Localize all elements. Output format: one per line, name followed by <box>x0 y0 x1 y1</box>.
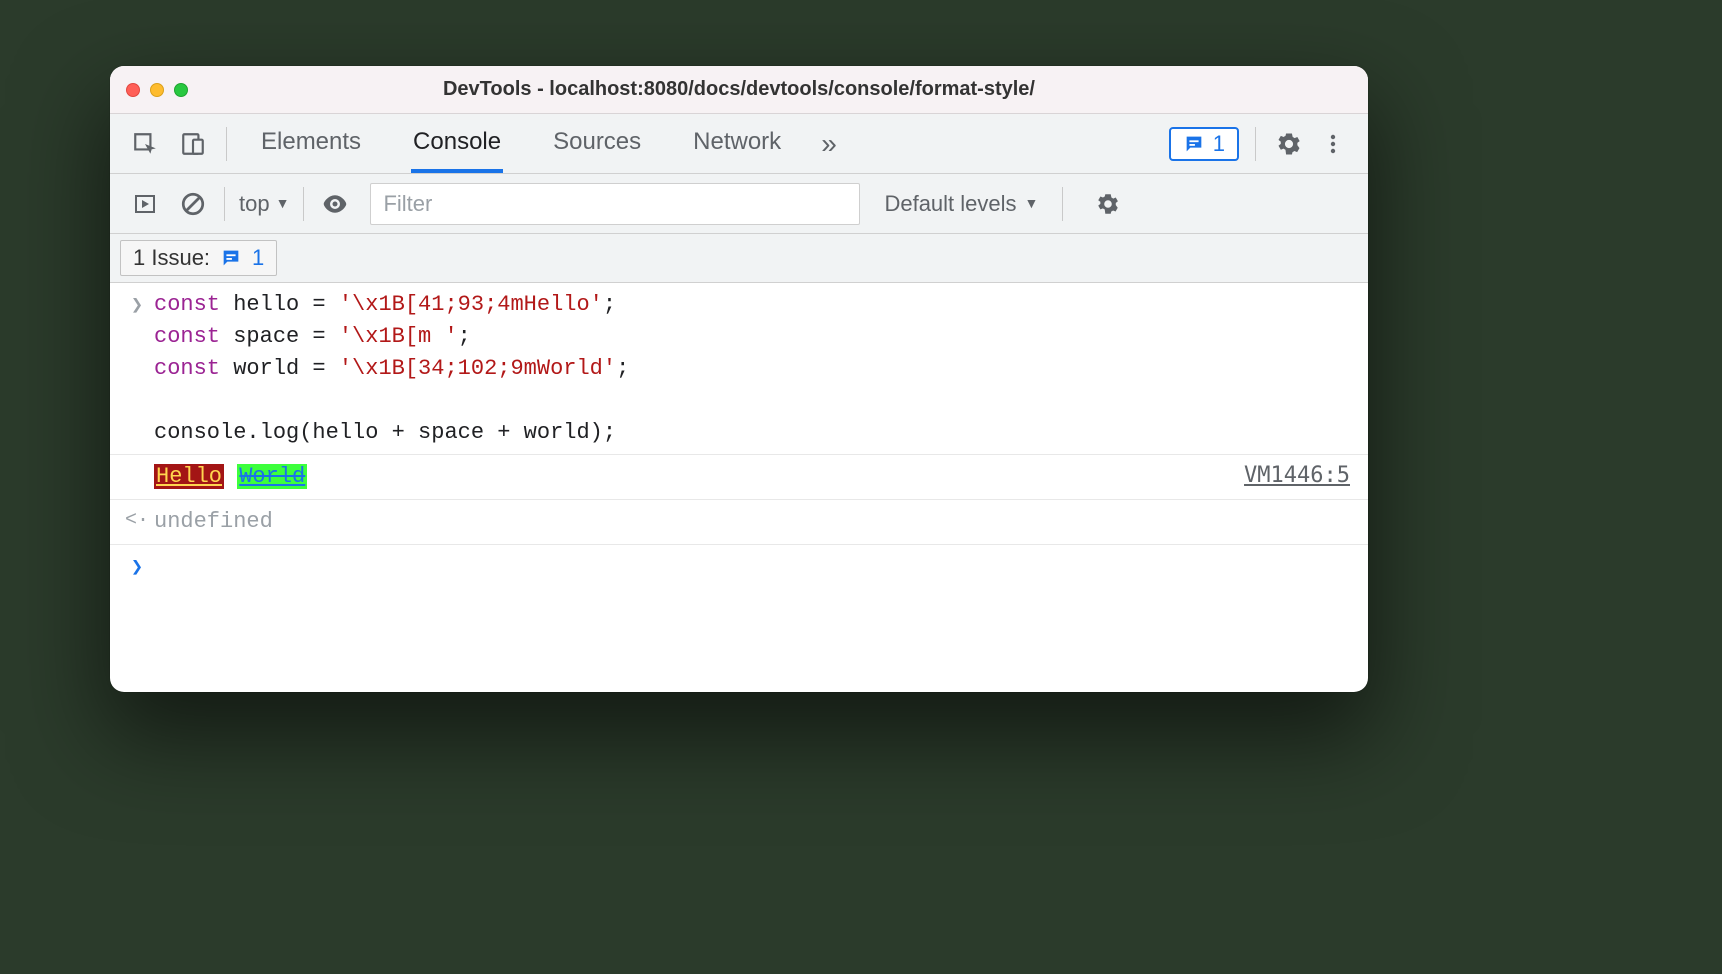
chevron-down-icon: ▼ <box>276 195 290 211</box>
tab-network[interactable]: Network <box>691 114 783 173</box>
close-window-button[interactable] <box>126 83 140 97</box>
tab-label: Network <box>693 128 781 156</box>
log-message[interactable]: Hello World <box>154 461 1350 493</box>
execution-context-selector[interactable]: top ▼ <box>239 191 289 217</box>
console-input-echo: ❯ const hello = '\x1B[41;93;4mHello'; co… <box>110 283 1368 455</box>
window-title: DevTools - localhost:8080/docs/devtools/… <box>443 78 1035 101</box>
titlebar: DevTools - localhost:8080/docs/devtools/… <box>110 66 1368 114</box>
console-settings-button[interactable] <box>1091 187 1125 221</box>
device-toolbar-icon[interactable] <box>176 127 210 161</box>
code-text: ; <box>616 356 629 381</box>
source-link[interactable]: VM1446:5 <box>1244 463 1350 488</box>
separator <box>1255 127 1256 161</box>
separator <box>1062 187 1063 221</box>
keyword: const <box>154 292 220 317</box>
filter-field[interactable] <box>370 183 860 225</box>
devtools-window: DevTools - localhost:8080/docs/devtools/… <box>110 66 1368 692</box>
toggle-sidebar-icon[interactable] <box>128 187 162 221</box>
console-log-output: Hello World VM1446:5 <box>110 455 1368 500</box>
clear-console-icon[interactable] <box>176 187 210 221</box>
tabs-overflow-button[interactable]: » <box>821 128 837 160</box>
styled-output-hello: Hello <box>154 464 224 489</box>
chevron-down-icon: ▼ <box>1025 195 1039 211</box>
tab-label: Console <box>413 128 501 156</box>
code-text: world = <box>220 356 339 381</box>
more-menu-button[interactable] <box>1316 127 1350 161</box>
live-expression-icon[interactable] <box>318 187 352 221</box>
levels-label: Default levels <box>884 191 1016 217</box>
input-marker-icon: ❯ <box>120 289 154 318</box>
console-return-value: <· undefined <box>110 500 1368 545</box>
tab-elements[interactable]: Elements <box>259 114 363 173</box>
tab-label: Elements <box>261 128 361 156</box>
separator <box>224 187 225 221</box>
code-text: ; <box>458 324 471 349</box>
code-block[interactable]: const hello = '\x1B[41;93;4mHello'; cons… <box>154 289 1350 448</box>
code-text: ; <box>603 292 616 317</box>
window-controls <box>126 83 188 97</box>
keyword: const <box>154 356 220 381</box>
inspect-element-icon[interactable] <box>128 127 162 161</box>
gutter <box>120 461 154 464</box>
issues-counter[interactable]: 1 <box>1169 127 1239 161</box>
string-literal: '\x1B[41;93;4mHello' <box>339 292 603 317</box>
keyword: const <box>154 324 220 349</box>
minimize-window-button[interactable] <box>150 83 164 97</box>
tab-label: Sources <box>553 128 641 156</box>
console-body: ❯ const hello = '\x1B[41;93;4mHello'; co… <box>110 283 1368 586</box>
code-text: hello = <box>220 292 339 317</box>
issues-box[interactable]: 1 Issue: 1 <box>120 240 277 276</box>
styled-output-world: World <box>237 464 307 489</box>
panel-tabs: Elements Console Sources Network <box>259 114 783 173</box>
issues-label: 1 Issue: <box>133 245 210 271</box>
separator <box>226 127 227 161</box>
code-text: console.log(hello + space + world); <box>154 420 616 445</box>
tab-sources[interactable]: Sources <box>551 114 643 173</box>
fullscreen-window-button[interactable] <box>174 83 188 97</box>
code-text: space = <box>220 324 339 349</box>
issues-row-count: 1 <box>252 245 264 271</box>
issue-icon <box>220 247 242 269</box>
console-toolbar: top ▼ Default levels ▼ <box>110 174 1368 234</box>
return-marker-icon: <· <box>120 506 154 532</box>
context-label: top <box>239 191 270 217</box>
devtools-tabstrip: Elements Console Sources Network » 1 <box>110 114 1368 174</box>
console-prompt[interactable]: ❯ <box>110 545 1368 586</box>
issues-bar: 1 Issue: 1 <box>110 234 1368 283</box>
string-literal: '\x1B[34;102;9mWorld' <box>339 356 616 381</box>
issue-icon <box>1183 133 1205 155</box>
tab-console[interactable]: Console <box>411 114 503 173</box>
prompt-icon: ❯ <box>120 551 154 580</box>
filter-input[interactable] <box>383 184 847 224</box>
return-value: undefined <box>154 506 1350 538</box>
log-levels-selector[interactable]: Default levels ▼ <box>884 191 1038 217</box>
string-literal: '\x1B[m ' <box>339 324 458 349</box>
settings-button[interactable] <box>1272 127 1306 161</box>
issues-count: 1 <box>1213 131 1225 157</box>
separator <box>303 187 304 221</box>
